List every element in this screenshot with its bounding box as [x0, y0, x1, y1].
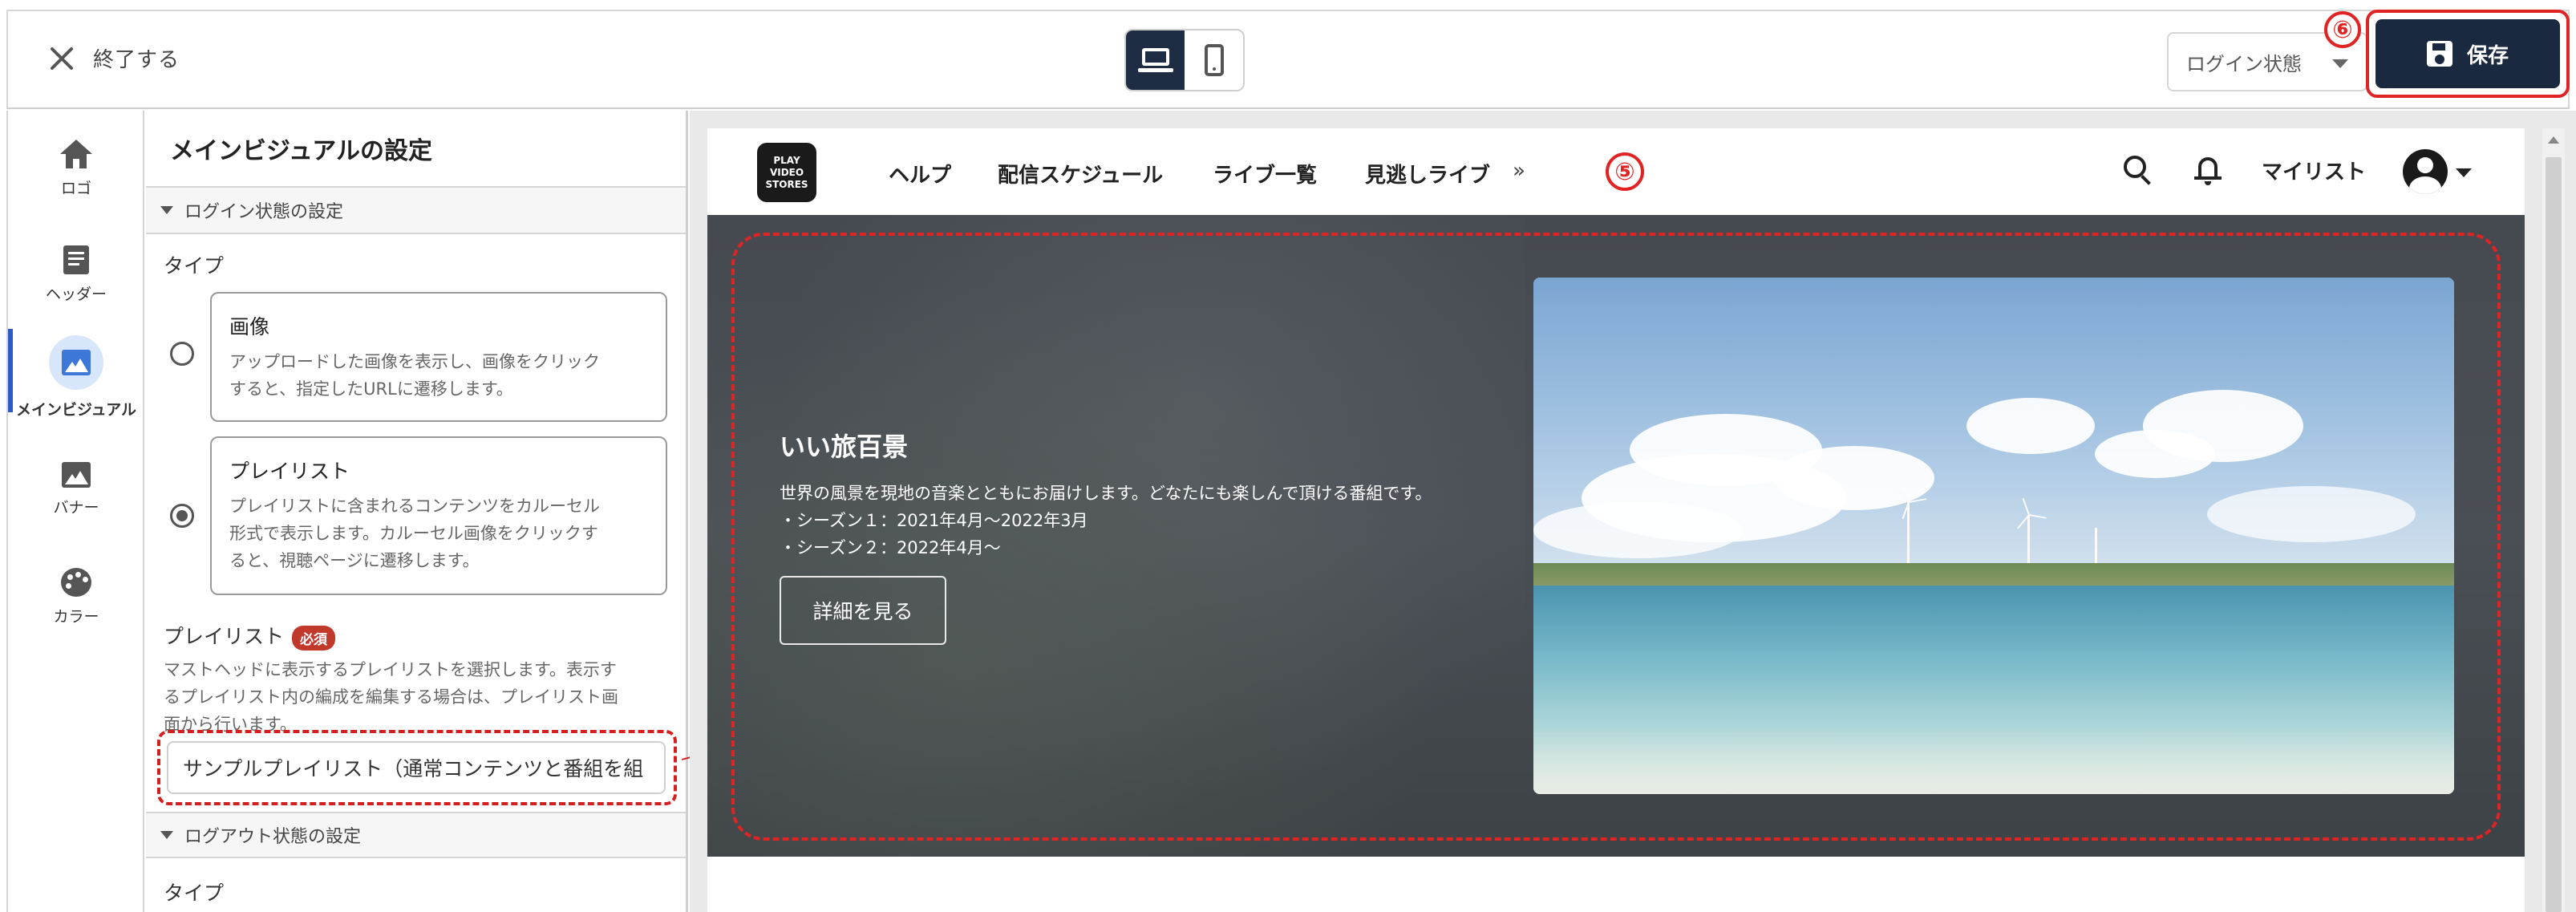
- close-icon: [48, 45, 75, 72]
- logout-section-toggle[interactable]: ログアウト状態の設定: [146, 812, 686, 858]
- playlist-highlight: サンプルプレイリスト（通常コンテンツと番組を組: [157, 730, 677, 805]
- playlist-select[interactable]: サンプルプレイリスト（通常コンテンツと番組を組: [167, 741, 666, 794]
- playlist-help: マストヘッドに表示するプレイリストを選択します。表示す るプレイリスト内の編成を…: [164, 660, 618, 734]
- avatar-icon[interactable]: [2403, 149, 2448, 194]
- floppy-disk-icon: [2426, 41, 2452, 67]
- exit-button[interactable]: 終了する: [48, 43, 180, 73]
- mylist-link[interactable]: マイリスト: [2262, 156, 2366, 185]
- scroll-up-icon[interactable]: [2548, 136, 2559, 144]
- save-button[interactable]: 保存: [2376, 19, 2560, 88]
- annotation-marker-5: ⑤: [1606, 152, 1644, 191]
- editor-topbar: 終了する ログイン状態: [6, 10, 2570, 109]
- bell-icon[interactable]: [2194, 154, 2222, 186]
- login-section-toggle[interactable]: ログイン状態の設定: [146, 188, 686, 234]
- nav-schedule[interactable]: 配信スケジュール: [998, 159, 1163, 188]
- type-label: タイプ: [164, 254, 225, 278]
- device-toggle: [1124, 29, 1245, 91]
- hero-highlight: [731, 233, 2501, 841]
- nav-missed-live[interactable]: 見逃しライブ: [1365, 159, 1490, 188]
- rail-item-label: ヘッダー: [45, 285, 107, 303]
- mobile-view-button[interactable]: [1185, 30, 1243, 90]
- rail-item-header[interactable]: ヘッダー: [8, 226, 144, 322]
- type-label: タイプ: [164, 882, 225, 905]
- required-badge: 必須: [292, 625, 336, 651]
- scrollbar-thumb[interactable]: [2546, 157, 2562, 912]
- login-state-value: ログイン状態: [2186, 52, 2302, 75]
- chevron-down-icon[interactable]: [2456, 168, 2472, 177]
- playlist-label: プレイリスト 必須: [164, 621, 336, 651]
- site-preview: PLAY VIDEO STORES ヘルプ 配信スケジュール ライブ一覧 見逃し…: [707, 128, 2525, 912]
- option-playlist[interactable]: プレイリスト プレイリストに含まれるコンテンツをカルーセル 形式で表示します。カ…: [210, 436, 667, 595]
- save-highlight: 保存: [2366, 10, 2570, 98]
- chevron-down-icon: [2332, 59, 2348, 68]
- laptop-icon: [1137, 48, 1173, 72]
- option-desc: 形式で表示します。カルーセル画像をクリックす: [229, 524, 598, 543]
- site-logo[interactable]: PLAY VIDEO STORES: [757, 143, 816, 202]
- rail-item-label: カラー: [53, 607, 99, 626]
- site-header: PLAY VIDEO STORES ヘルプ 配信スケジュール ライブ一覧 見逃し…: [707, 128, 2525, 215]
- option-image[interactable]: 画像 アップロードした画像を表示し、画像をクリック すると、指定したURLに遷移…: [210, 292, 667, 422]
- option-desc: すると、指定したURLに遷移します。: [229, 379, 513, 399]
- home-icon: [60, 139, 92, 168]
- desktop-view-button[interactable]: [1126, 30, 1185, 90]
- annotation-marker-6: ⑥: [2324, 11, 2361, 48]
- palette-icon: [61, 567, 91, 597]
- search-icon[interactable]: [2124, 156, 2151, 185]
- option-desc: アップロードした画像を表示し、画像をクリック: [229, 352, 600, 371]
- login-section-label: ログイン状態の設定: [184, 202, 344, 222]
- image-icon: [62, 349, 91, 375]
- nav-help[interactable]: ヘルプ: [889, 159, 951, 188]
- section-rail: ロゴ ヘッダー メインビジュアル バナー カラー: [6, 111, 144, 912]
- nav-live-list[interactable]: ライブ一覧: [1213, 159, 1317, 188]
- rail-item-label: メインビジュアル: [15, 400, 137, 419]
- option-desc: プレイリストに含まれるコンテンツをカルーセル: [229, 497, 600, 516]
- radio-playlist[interactable]: [170, 504, 194, 528]
- save-label: 保存: [2466, 43, 2509, 68]
- rail-item-main-visual[interactable]: メインビジュアル: [8, 329, 144, 425]
- document-icon: [63, 245, 89, 274]
- option-title: プレイリスト: [229, 460, 350, 483]
- rail-item-logo[interactable]: ロゴ: [8, 120, 144, 217]
- image-icon: [62, 461, 91, 488]
- logout-section-label: ログアウト状態の設定: [184, 827, 362, 847]
- rail-item-banner[interactable]: バナー: [8, 441, 144, 537]
- more-nav-icon[interactable]: »: [1513, 159, 1525, 183]
- caret-down-icon: [160, 206, 173, 214]
- main-visual-hero: いい旅百景 世界の風景を現地の音楽とともにお届けします。どなたにも楽しんで頂ける…: [707, 215, 2525, 857]
- smartphone-icon: [1204, 44, 1224, 76]
- rail-item-label: ロゴ: [60, 179, 91, 197]
- caret-down-icon: [160, 831, 173, 839]
- rail-item-label: バナー: [53, 498, 99, 517]
- active-indicator: [49, 334, 103, 390]
- option-title: 画像: [229, 315, 270, 338]
- exit-label: 終了する: [93, 48, 180, 72]
- option-desc: ると、視聴ページに遷移します。: [229, 551, 480, 570]
- panel-title: メインビジュアルの設定: [146, 111, 686, 188]
- rail-item-color[interactable]: カラー: [8, 549, 144, 645]
- settings-panel: メインビジュアルの設定 ログイン状態の設定 タイプ 画像 アップロードした画像を…: [146, 111, 688, 912]
- radio-image[interactable]: [170, 342, 194, 366]
